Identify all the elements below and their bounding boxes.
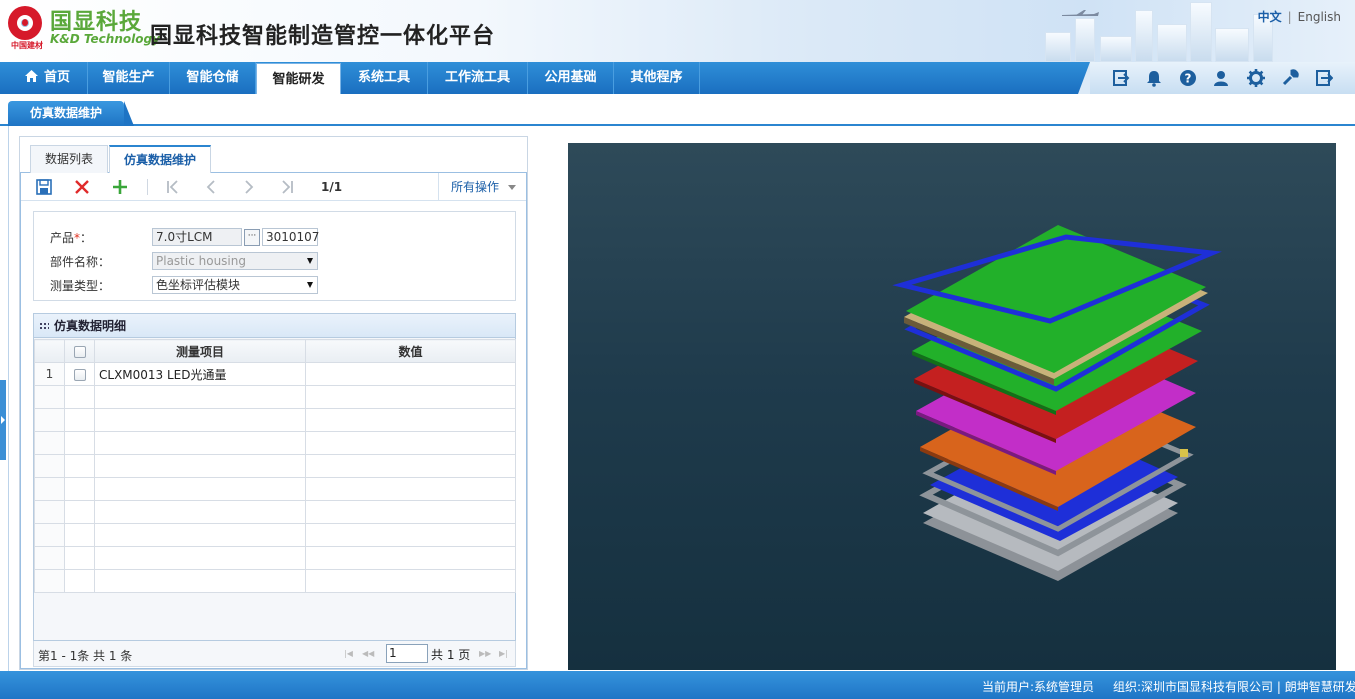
- column-header-item: 测量项目: [94, 339, 306, 363]
- app-title: 国显科技智能制造管控一体化平台: [150, 24, 496, 49]
- pager: 第1 - 1条 共 1 条 |◀ ◀◀ 1 共 1 页 ▶▶ ▶|: [33, 641, 516, 667]
- save-icon[interactable]: [35, 178, 53, 196]
- row-checkbox[interactable]: [73, 368, 86, 381]
- right-edge: [1343, 126, 1355, 671]
- svg-text:?: ?: [1185, 72, 1192, 86]
- first-page-icon[interactable]: [164, 178, 182, 196]
- cell-value[interactable]: [305, 362, 516, 386]
- user-icon[interactable]: [1213, 69, 1231, 87]
- nav-tools: ?: [1078, 62, 1355, 94]
- lcm-layer-stack-model: [892, 225, 1222, 581]
- page-count: 1/1: [321, 180, 343, 194]
- page-number-input[interactable]: 1: [386, 644, 428, 663]
- table-row-empty: [34, 385, 516, 409]
- nav-item-production[interactable]: 智能生产: [88, 62, 170, 94]
- wrench-icon[interactable]: [1281, 69, 1299, 87]
- all-operations-dropdown[interactable]: 所有操作: [438, 173, 526, 201]
- measure-type-select[interactable]: 色坐标评估模块: [152, 276, 318, 294]
- tab-simulation-data[interactable]: 仿真数据维护: [109, 145, 212, 174]
- pager-first-icon[interactable]: |◀: [344, 649, 353, 658]
- table-row-empty: [34, 477, 516, 501]
- home-icon: [24, 70, 38, 82]
- measure-type-label: 测量类型：: [50, 279, 111, 293]
- table-row-empty: [34, 408, 516, 432]
- sidebar-collapse-handle[interactable]: [0, 380, 6, 460]
- pager-info: 第1 - 1条 共 1 条: [38, 649, 133, 663]
- lang-english-link[interactable]: English: [1298, 10, 1341, 24]
- logo-subtitle: 中国建材: [11, 41, 43, 50]
- page-tab-simulation-data[interactable]: 仿真数据维护: [8, 101, 135, 126]
- current-user: 当前用户:系统管理员: [982, 680, 1095, 694]
- tab-data-list[interactable]: 数据列表: [30, 145, 109, 173]
- table-row-empty: [34, 454, 516, 478]
- page-tab-strip: 仿真数据维护: [0, 94, 1355, 126]
- pager-prev-icon[interactable]: ◀◀: [362, 649, 374, 658]
- table-row-empty: [34, 546, 516, 570]
- select-all-checkbox[interactable]: [73, 345, 86, 358]
- connector-pad: [1180, 449, 1188, 457]
- header-select-all: [64, 339, 95, 363]
- table-row-empty: [34, 500, 516, 524]
- detail-grid: 仿真数据明细 测量项目 数值 1 CLXM0013 LED光通量: [33, 313, 516, 641]
- tab-content: 1/1 所有操作 产品*： 7.0寸LCM ··· 3010107 部件名称： …: [20, 173, 527, 669]
- nav-item-workflow-tools[interactable]: 工作流工具: [428, 62, 528, 94]
- nav-item-common-base[interactable]: 公用基础: [528, 62, 614, 94]
- drag-dots-icon: [39, 322, 49, 331]
- pager-total: 共 1 页: [431, 648, 471, 662]
- last-page-icon[interactable]: [278, 178, 296, 196]
- airplane-icon: [1062, 10, 1099, 16]
- table-row[interactable]: 1 CLXM0013 LED光通量: [34, 362, 516, 386]
- part-name-label: 部件名称：: [50, 255, 111, 269]
- add-icon[interactable]: [111, 178, 129, 196]
- form-fields: 产品*： 7.0寸LCM ··· 3010107 部件名称： Plastic h…: [33, 211, 516, 301]
- product-name-field[interactable]: 7.0寸LCM: [152, 228, 242, 246]
- product-lookup-button[interactable]: ···: [244, 229, 260, 246]
- language-switcher: 中文 | English: [1257, 10, 1341, 24]
- company-logo-icon: [8, 6, 42, 40]
- grid-title: 仿真数据明细: [34, 314, 515, 338]
- logo-name-en: K&D Technology: [50, 32, 160, 46]
- lang-chinese-link[interactable]: 中文: [1258, 10, 1282, 24]
- delete-icon[interactable]: [73, 178, 91, 196]
- gear-icon[interactable]: [1247, 69, 1265, 87]
- nav-item-other-programs[interactable]: 其他程序: [614, 62, 700, 94]
- nav-item-home[interactable]: 首页: [8, 62, 88, 94]
- cell-item[interactable]: CLXM0013 LED光通量: [94, 362, 306, 386]
- next-page-icon[interactable]: [240, 178, 258, 196]
- column-header-value: 数值: [305, 339, 516, 363]
- part-name-select[interactable]: Plastic housing: [152, 252, 318, 270]
- nav-item-warehouse[interactable]: 智能仓储: [170, 62, 256, 94]
- form-panel: 数据列表 仿真数据维护 1/1 所有操作 产品*： 7.0寸LCM ··· 30…: [19, 136, 528, 670]
- product-code-field[interactable]: 3010107: [262, 228, 319, 246]
- help-icon[interactable]: ?: [1179, 69, 1197, 87]
- table-row-empty: [34, 431, 516, 455]
- current-org: 组织:深圳市国显科技有限公司 | 朗坤智慧研发: [1113, 680, 1355, 694]
- header-rownum: [34, 339, 65, 363]
- bell-icon[interactable]: [1145, 69, 1163, 87]
- app-header: 中国建材 国显科技 K&D Technology 国显科技智能制造管控一体化平台…: [0, 0, 1355, 62]
- sub-tabs: 数据列表 仿真数据维护: [20, 137, 527, 174]
- detail-table: 测量项目 数值 1 CLXM0013 LED光通量: [34, 339, 516, 593]
- logout-icon[interactable]: [1315, 69, 1333, 87]
- table-row-empty: [34, 569, 516, 593]
- model-3d-viewport[interactable]: [568, 143, 1336, 670]
- nav-item-system-tools[interactable]: 系统工具: [341, 62, 428, 94]
- pager-last-icon[interactable]: ▶|: [499, 649, 508, 658]
- login-icon[interactable]: [1112, 69, 1130, 87]
- table-row-empty: [34, 523, 516, 547]
- status-footer: 当前用户:系统管理员 组织:深圳市国显科技有限公司 | 朗坤智慧研发: [0, 671, 1355, 699]
- product-label: 产品*：: [50, 231, 93, 245]
- nav-item-rnd[interactable]: 智能研发: [256, 63, 341, 94]
- pager-next-icon[interactable]: ▶▶: [479, 649, 491, 658]
- prev-page-icon[interactable]: [202, 178, 220, 196]
- toolbar: 1/1 所有操作: [21, 173, 526, 201]
